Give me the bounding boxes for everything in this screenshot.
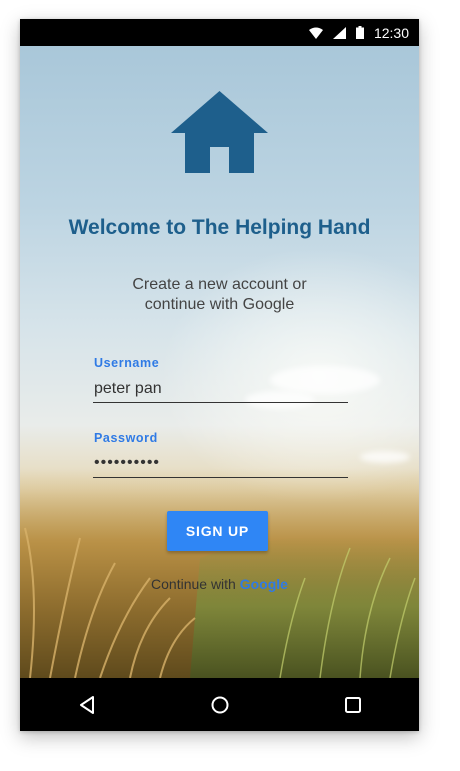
home-icon[interactable] xyxy=(190,696,250,714)
username-input[interactable] xyxy=(93,376,348,403)
signal-icon xyxy=(332,26,346,39)
sign-up-button[interactable]: SIGN UP xyxy=(167,511,268,551)
welcome-title: Welcome to The Helping Hand xyxy=(68,216,371,239)
recents-icon[interactable] xyxy=(323,696,383,713)
battery-icon xyxy=(355,26,364,39)
cloud xyxy=(360,451,410,463)
subtitle: Create a new account or continue with Go… xyxy=(132,276,307,313)
back-icon[interactable] xyxy=(57,695,117,714)
house-icon xyxy=(171,91,268,173)
wheat-field xyxy=(20,468,419,678)
google-link[interactable]: Google xyxy=(240,576,288,592)
continue-prefix: Continue with xyxy=(151,576,240,592)
status-bar: 12:30 xyxy=(20,19,419,46)
navigation-bar xyxy=(20,678,419,731)
password-label: Password xyxy=(94,431,158,445)
continue-with-google[interactable]: Continue with Google xyxy=(20,576,419,592)
username-label: Username xyxy=(94,356,160,370)
wifi-icon xyxy=(308,27,323,39)
status-time: 12:30 xyxy=(373,24,409,41)
password-masked-value: •••••••••• xyxy=(94,454,161,471)
phone-frame: 12:30 Welcome to The Helping Hand Create… xyxy=(20,19,419,731)
app-screen: Welcome to The Helping Hand Create a new… xyxy=(20,46,419,678)
